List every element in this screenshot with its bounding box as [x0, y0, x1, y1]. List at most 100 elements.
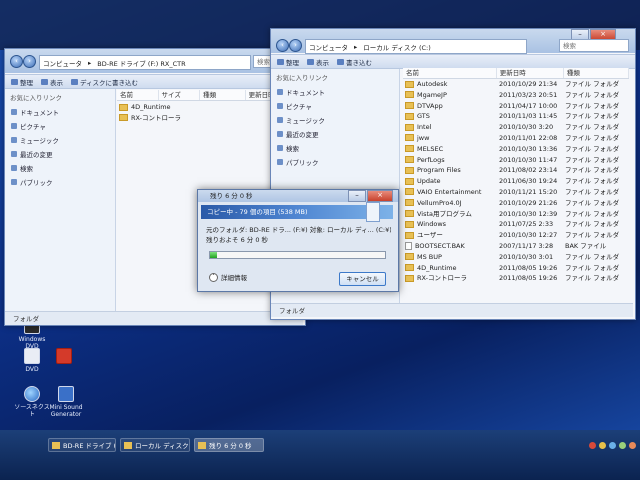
copy-progress-dialog[interactable]: 残り 6 分 0 秒 – × コピー中 - 79 個の項目 (538 MB) 元…	[197, 189, 399, 292]
nav-label: ドキュメント	[286, 89, 325, 97]
nav-item-public[interactable]: パブリック	[5, 175, 115, 189]
progress-fill	[210, 252, 217, 258]
folder-icon	[405, 80, 414, 88]
list-item[interactable]: VellumPro4.0J 2010/10/29 21:26 ファイル フォルダ	[405, 198, 629, 209]
list-item[interactable]: DTVApp 2011/04/17 10:00 ファイル フォルダ	[405, 101, 629, 112]
nav-item-public[interactable]: パブリック	[271, 155, 399, 169]
forward-button[interactable]: ›	[289, 39, 302, 52]
folder-icon	[124, 442, 132, 449]
breadcrumb-drive[interactable]: BD-RE ドライブ (F:) RX_CTR	[94, 58, 188, 68]
organize-button[interactable]: 整理	[11, 77, 33, 87]
views-icon	[41, 78, 48, 85]
list-item[interactable]: Vista用プログラム 2010/10/30 12:39 ファイル フォルダ	[405, 209, 629, 220]
burn-button[interactable]: ディスクに書き込む	[71, 77, 138, 87]
column-name[interactable]: 名前	[403, 68, 497, 78]
breadcrumb-computer[interactable]: コンピュータ	[40, 58, 85, 68]
file-name-cell: Windows	[405, 219, 499, 230]
file-type: ファイル フォルダ	[565, 80, 620, 88]
list-item[interactable]: Update 2011/06/30 19:24 ファイル フォルダ	[405, 176, 629, 187]
file-name: BOOTSECT.BAK	[415, 241, 465, 250]
column-date[interactable]: 更新日時	[497, 68, 564, 78]
taskbar-button-local-disk[interactable]: ローカル ディスク...	[120, 438, 190, 452]
list-item[interactable]: MS BUP 2010/10/30 3:01 ファイル フォルダ	[405, 252, 629, 263]
forward-button[interactable]: ›	[23, 55, 36, 68]
address-bar[interactable]: コンピュータ ▸ BD-RE ドライブ (F:) RX_CTR	[39, 55, 251, 70]
documents-icon	[277, 89, 283, 95]
cancel-button[interactable]: キャンセル	[339, 272, 386, 286]
list-item[interactable]: Intel 2010/10/30 3:20 ファイル フォルダ	[405, 122, 629, 133]
tray-icon[interactable]	[589, 441, 596, 449]
list-item[interactable]: PerfLogs 2010/10/30 11:47 ファイル フォルダ	[405, 155, 629, 166]
views-button[interactable]: 表示	[41, 77, 63, 87]
folder-icon	[405, 220, 414, 228]
list-item[interactable]: Program Files 2011/08/02 23:14 ファイル フォルダ	[405, 165, 629, 176]
list-item[interactable]: MELSEC 2010/10/30 13:36 ファイル フォルダ	[405, 144, 629, 155]
folder-icon	[405, 231, 414, 239]
folder-icon	[405, 102, 414, 110]
list-item[interactable]: GTS 2010/11/03 11:45 ファイル フォルダ	[405, 111, 629, 122]
list-item[interactable]: MgameJP 2011/03/23 20:51 ファイル フォルダ	[405, 90, 629, 101]
file-date: 2011/06/30 19:24	[499, 177, 558, 186]
desktop-icon-mini-sound[interactable]: Mini Sound Generator	[46, 386, 86, 418]
tray-icon[interactable]	[629, 441, 636, 449]
nav-item-search[interactable]: 検索	[5, 161, 115, 175]
file-name: MELSEC	[417, 144, 444, 153]
list-item[interactable]: BOOTSECT.BAK 2007/11/17 3:28 BAK ファイル	[405, 241, 629, 252]
column-size[interactable]: サイズ	[159, 90, 201, 100]
nav-item-music[interactable]: ミュージック	[271, 113, 399, 127]
tray-icon[interactable]	[599, 441, 606, 449]
nav-item-recent[interactable]: 最近の変更	[5, 147, 115, 161]
file-date: 2010/11/01 22:08	[499, 133, 558, 142]
nav-item-documents[interactable]: ドキュメント	[5, 105, 115, 119]
tray-icon[interactable]	[619, 441, 626, 449]
file-name: ユーザー	[417, 231, 443, 240]
file-name: Intel	[417, 123, 432, 132]
file-date: 2010/10/30 3:01	[499, 252, 554, 261]
nav-item-recent[interactable]: 最近の変更	[271, 127, 399, 141]
file-name: MgameJP	[417, 90, 447, 99]
list-item[interactable]: ユーザー 2010/10/30 12:27 ファイル フォルダ	[405, 230, 629, 241]
list-item[interactable]: Windows 2011/07/25 2:33 ファイル フォルダ	[405, 219, 629, 230]
file-name: GTS	[417, 112, 430, 121]
back-button[interactable]: ‹	[276, 39, 289, 52]
close-button[interactable]: ×	[367, 190, 393, 202]
file-name-cell: 4D_Runtime	[405, 263, 499, 274]
file-type: ファイル フォルダ	[565, 144, 620, 153]
breadcrumb-drive[interactable]: ローカル ディスク (C:)	[360, 42, 433, 52]
list-item[interactable]: jww 2010/11/01 22:08 ファイル フォルダ	[405, 133, 629, 144]
list-item[interactable]: Autodesk 2010/10/29 21:34 ファイル フォルダ	[405, 79, 629, 90]
file-type: ファイル フォルダ	[565, 274, 620, 283]
address-bar[interactable]: コンピュータ ▸ ローカル ディスク (C:)	[305, 39, 527, 54]
column-type[interactable]: 種類	[564, 68, 629, 78]
file-name-cell: Intel	[405, 122, 499, 133]
tray-icon[interactable]	[609, 441, 616, 449]
nav-item-documents[interactable]: ドキュメント	[271, 85, 399, 99]
nav-item-music[interactable]: ミュージック	[5, 133, 115, 147]
burn-button[interactable]: 書き込む	[337, 57, 372, 67]
list-item[interactable]: 4D_Runtime 2011/08/05 19:26 ファイル フォルダ	[405, 263, 629, 274]
organize-button[interactable]: 整理	[277, 57, 299, 67]
file-type: ファイル フォルダ	[565, 133, 620, 142]
nav-item-search[interactable]: 検索	[271, 141, 399, 155]
folder-icon	[405, 91, 414, 99]
nav-item-pictures[interactable]: ピクチャ	[5, 119, 115, 133]
taskbar-label: 残り 6 分 0 秒	[209, 442, 252, 450]
breadcrumb-computer[interactable]: コンピュータ	[306, 42, 351, 52]
taskbar-button-copy[interactable]: 残り 6 分 0 秒	[194, 438, 264, 452]
desktop-icon-app[interactable]	[44, 348, 84, 366]
column-name[interactable]: 名前	[117, 90, 159, 100]
views-button[interactable]: 表示	[307, 57, 329, 67]
column-type[interactable]: 種類	[200, 90, 246, 100]
minimize-button[interactable]: –	[348, 190, 366, 202]
more-details-toggle[interactable]: ˅ 詳細情報	[209, 272, 247, 282]
nav-item-pictures[interactable]: ピクチャ	[271, 99, 399, 113]
file-name-cell: MELSEC	[405, 144, 499, 155]
sound-icon	[58, 386, 74, 402]
taskbar-button-bd-drive[interactable]: BD-RE ドライブ (...	[48, 438, 116, 452]
file-date: 2011/07/25 2:33	[499, 220, 554, 229]
file-date: 2010/11/21 15:20	[499, 187, 558, 196]
list-item[interactable]: VAIO Entertainment 2010/11/21 15:20 ファイル フ…	[405, 187, 629, 198]
back-button[interactable]: ‹	[10, 55, 23, 68]
list-item[interactable]: RX-コントローラ 2011/08/05 19:26 ファイル フォルダ	[405, 273, 629, 284]
search-input[interactable]: 検索	[559, 39, 629, 52]
